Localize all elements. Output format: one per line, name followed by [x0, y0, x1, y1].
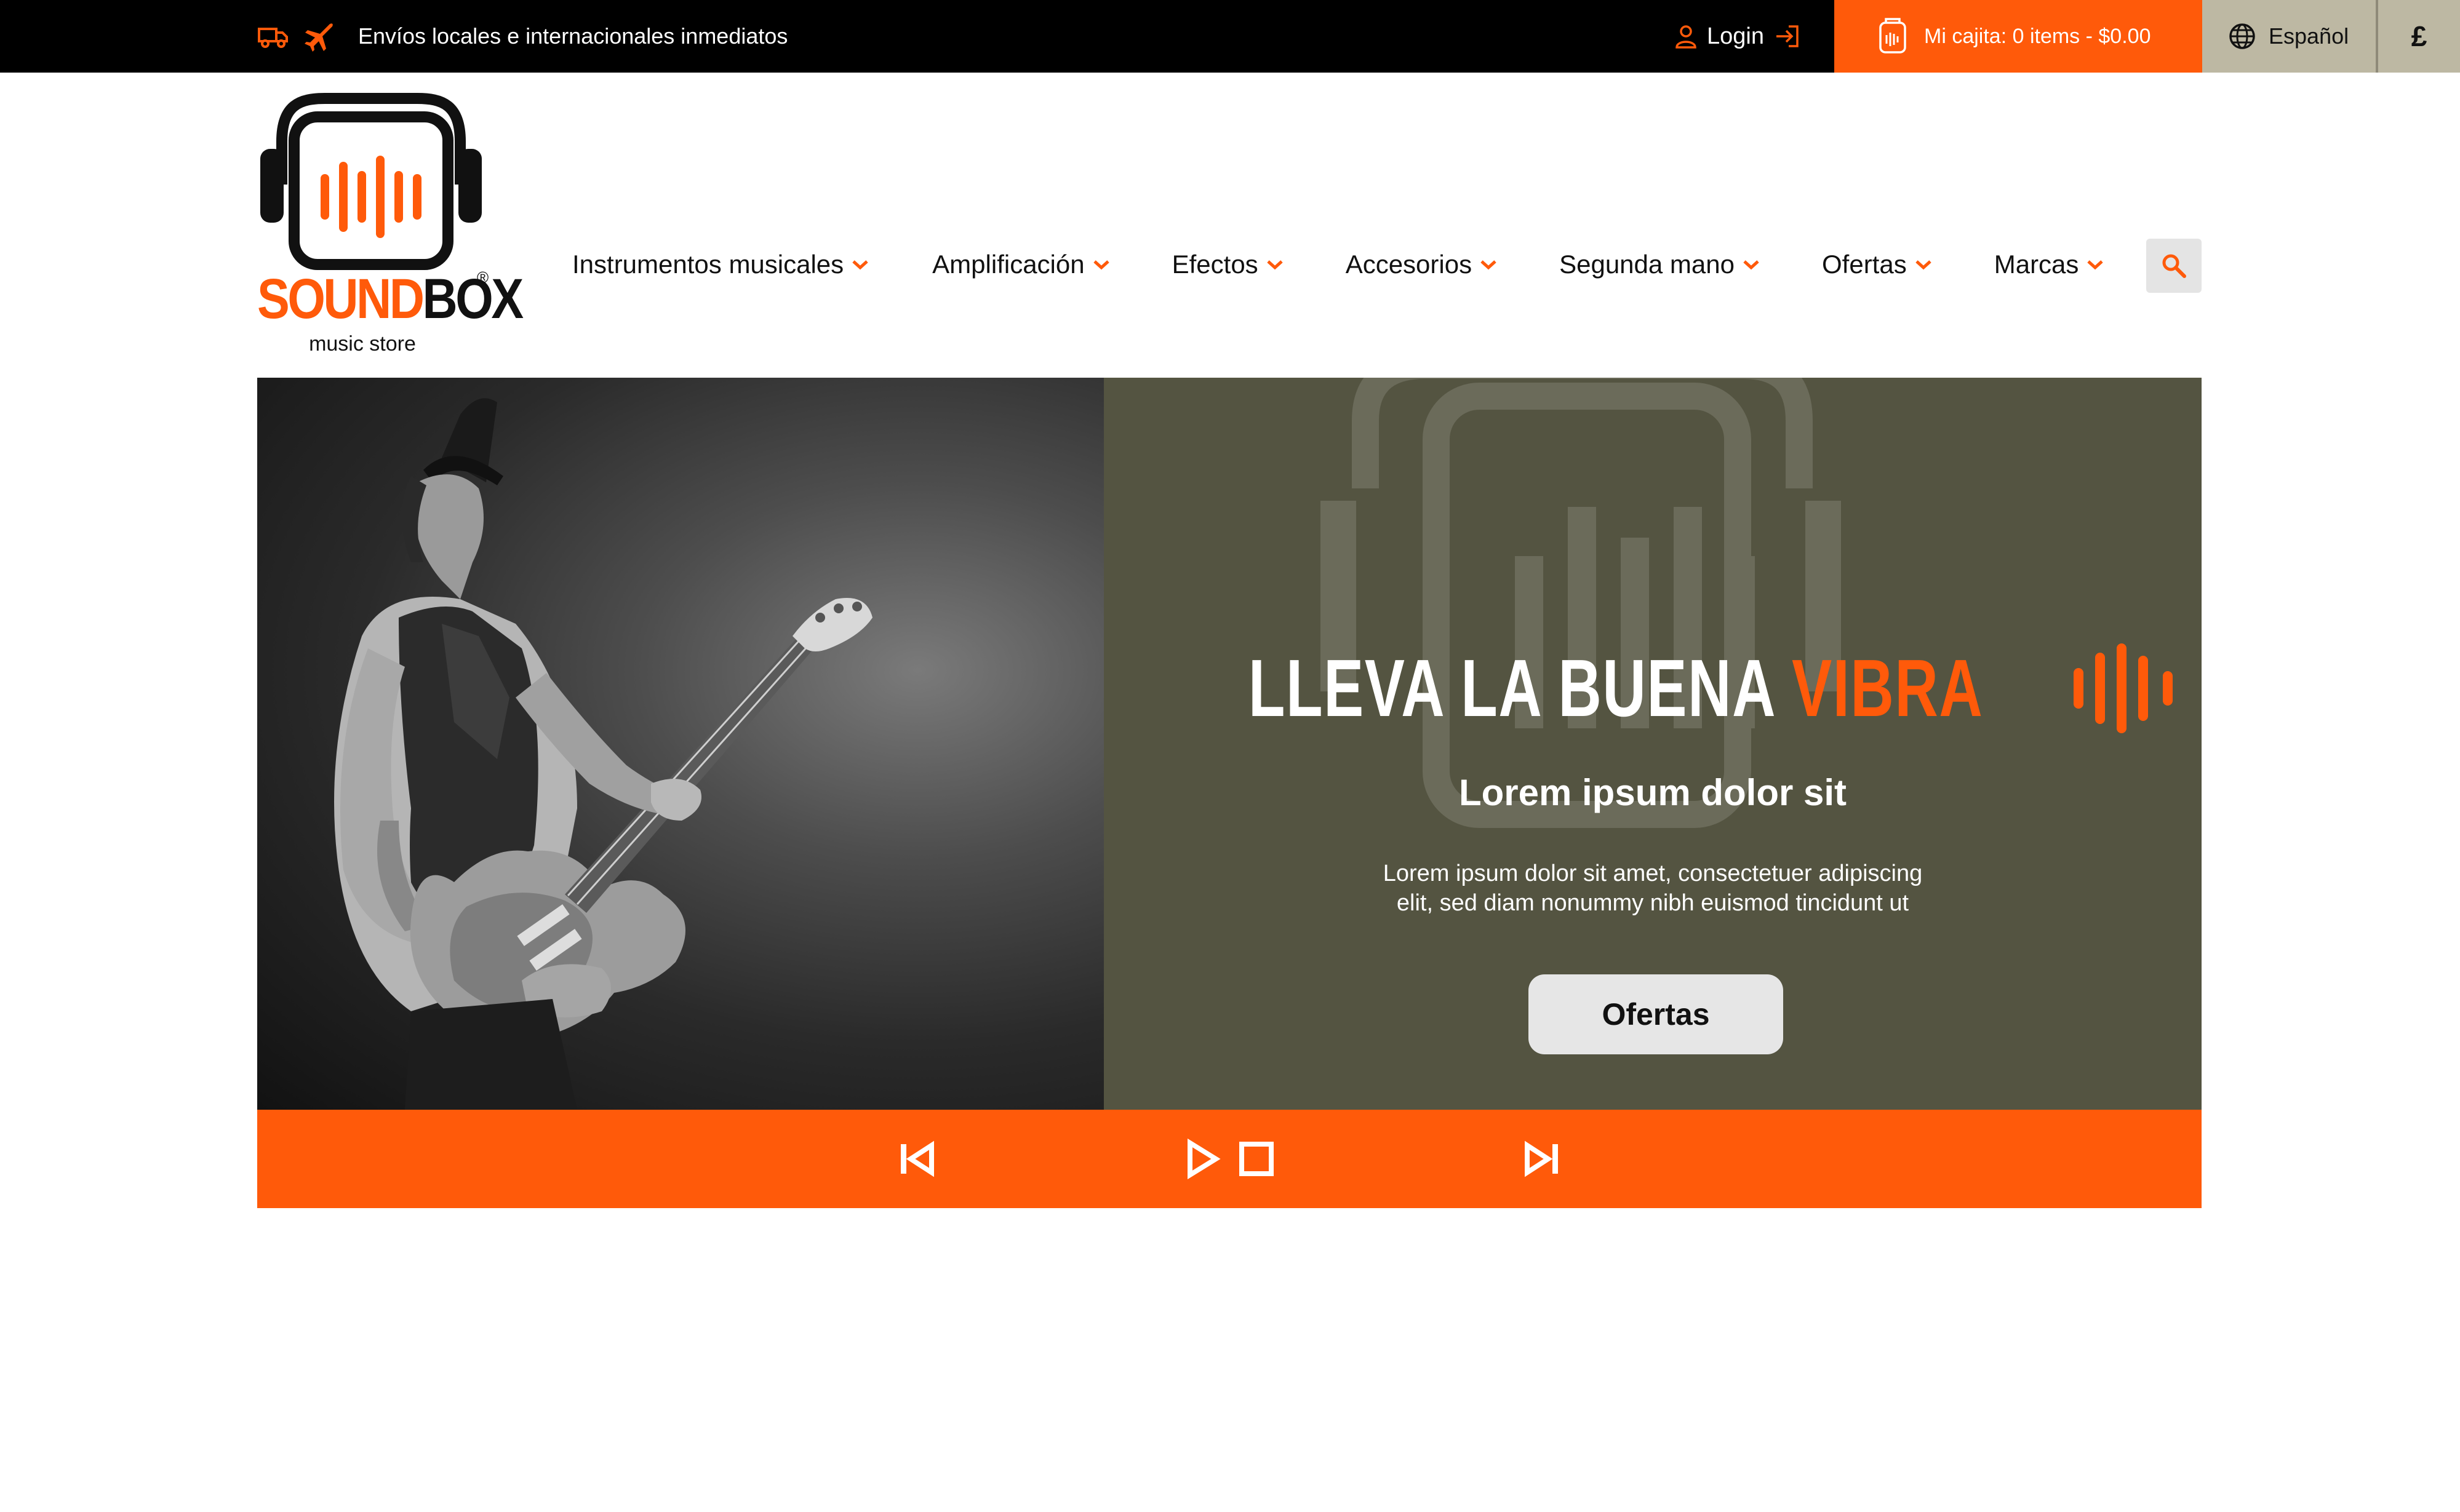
nav-item-amplificacion[interactable]: Amplificación	[932, 250, 1110, 279]
truck-icon	[258, 28, 288, 48]
next-button[interactable]	[1520, 1137, 1564, 1181]
currency-selector[interactable]: £	[2376, 0, 2460, 73]
previous-icon	[901, 1140, 934, 1177]
headline-accent: VIBRA	[1791, 643, 1984, 733]
headphones-logo-icon	[260, 93, 482, 270]
stop-button[interactable]	[1234, 1137, 1279, 1181]
nav-item-accesorios[interactable]: Accesorios	[1346, 250, 1498, 279]
shipping-text: Envíos locales e internacionales inmedia…	[358, 23, 788, 49]
previous-button[interactable]	[895, 1137, 939, 1181]
language-label: Español	[2269, 23, 2349, 49]
offers-button[interactable]: Ofertas	[1528, 974, 1783, 1054]
login-link[interactable]: Login	[1672, 0, 1801, 73]
chevron-down-icon	[1743, 260, 1759, 270]
chevron-down-icon	[1093, 260, 1109, 270]
nav-item-marcas[interactable]: Marcas	[1994, 250, 2105, 279]
play-button[interactable]	[1180, 1137, 1224, 1181]
nav-item-efectos[interactable]: Efectos	[1172, 250, 1284, 279]
promo-panel: LLEVA LA BUENA VIBRA Lorem ipsum dolor s…	[1104, 378, 2202, 1110]
media-player-bar	[257, 1110, 2202, 1208]
cart-button[interactable]: Mi cajita: 0 items - $0.00	[1834, 0, 2202, 73]
chevron-down-icon	[852, 260, 868, 270]
logo-wordmark: SOUNDBOX	[257, 268, 524, 330]
cart-summary: Mi cajita: 0 items - $0.00	[1924, 24, 2151, 48]
search-button[interactable]	[2146, 239, 2202, 293]
chevron-down-icon	[1480, 260, 1496, 270]
headline-main: LLEVA LA BUENA	[1248, 643, 1792, 733]
airplane-icon	[305, 23, 333, 52]
login-label: Login	[1707, 23, 1764, 49]
nav-item-instrumentos[interactable]: Instrumentos musicales	[572, 250, 869, 279]
sound-wave-icon	[2074, 643, 2173, 733]
language-selector[interactable]: Español	[2202, 0, 2376, 73]
next-icon	[1525, 1140, 1558, 1177]
chevron-down-icon	[1267, 260, 1283, 270]
chevron-down-icon	[1915, 260, 1931, 270]
registered-mark: ®	[477, 268, 489, 287]
stop-icon	[1239, 1142, 1274, 1176]
globe-icon	[2229, 23, 2255, 49]
play-icon	[1188, 1138, 1221, 1180]
chevron-down-icon	[2087, 260, 2104, 270]
hero-description: Lorem ipsum dolor sit amet, consectetuer…	[1383, 861, 1923, 916]
guitarist-illustration	[334, 398, 873, 1110]
search-icon	[2162, 254, 2186, 278]
hero-headline: LLEVA LA BUENA VIBRA	[1104, 642, 2202, 734]
main-nav: Instrumentos musicales Amplificación Efe…	[572, 240, 2104, 289]
currency-symbol: £	[2411, 20, 2427, 52]
soundbox-logo[interactable]: SOUNDBOX ® music store	[257, 92, 524, 363]
top-bar: Envíos locales e internacionales inmedia…	[0, 0, 2460, 73]
hero-subtitle: Lorem ipsum dolor sit	[1458, 772, 1847, 813]
hero-banner: LLEVA LA BUENA VIBRA Lorem ipsum dolor s…	[257, 378, 2202, 1110]
user-icon	[1675, 25, 1696, 49]
logo-tagline: music store	[309, 332, 416, 356]
nav-item-ofertas[interactable]: Ofertas	[1822, 250, 1933, 279]
guitarist-photo	[257, 378, 1104, 1110]
cart-box-icon	[1879, 18, 1906, 54]
sign-in-icon	[1776, 25, 1799, 47]
shipping-notice: Envíos locales e internacionales inmedia…	[257, 0, 788, 73]
nav-item-segunda-mano[interactable]: Segunda mano	[1559, 250, 1760, 279]
